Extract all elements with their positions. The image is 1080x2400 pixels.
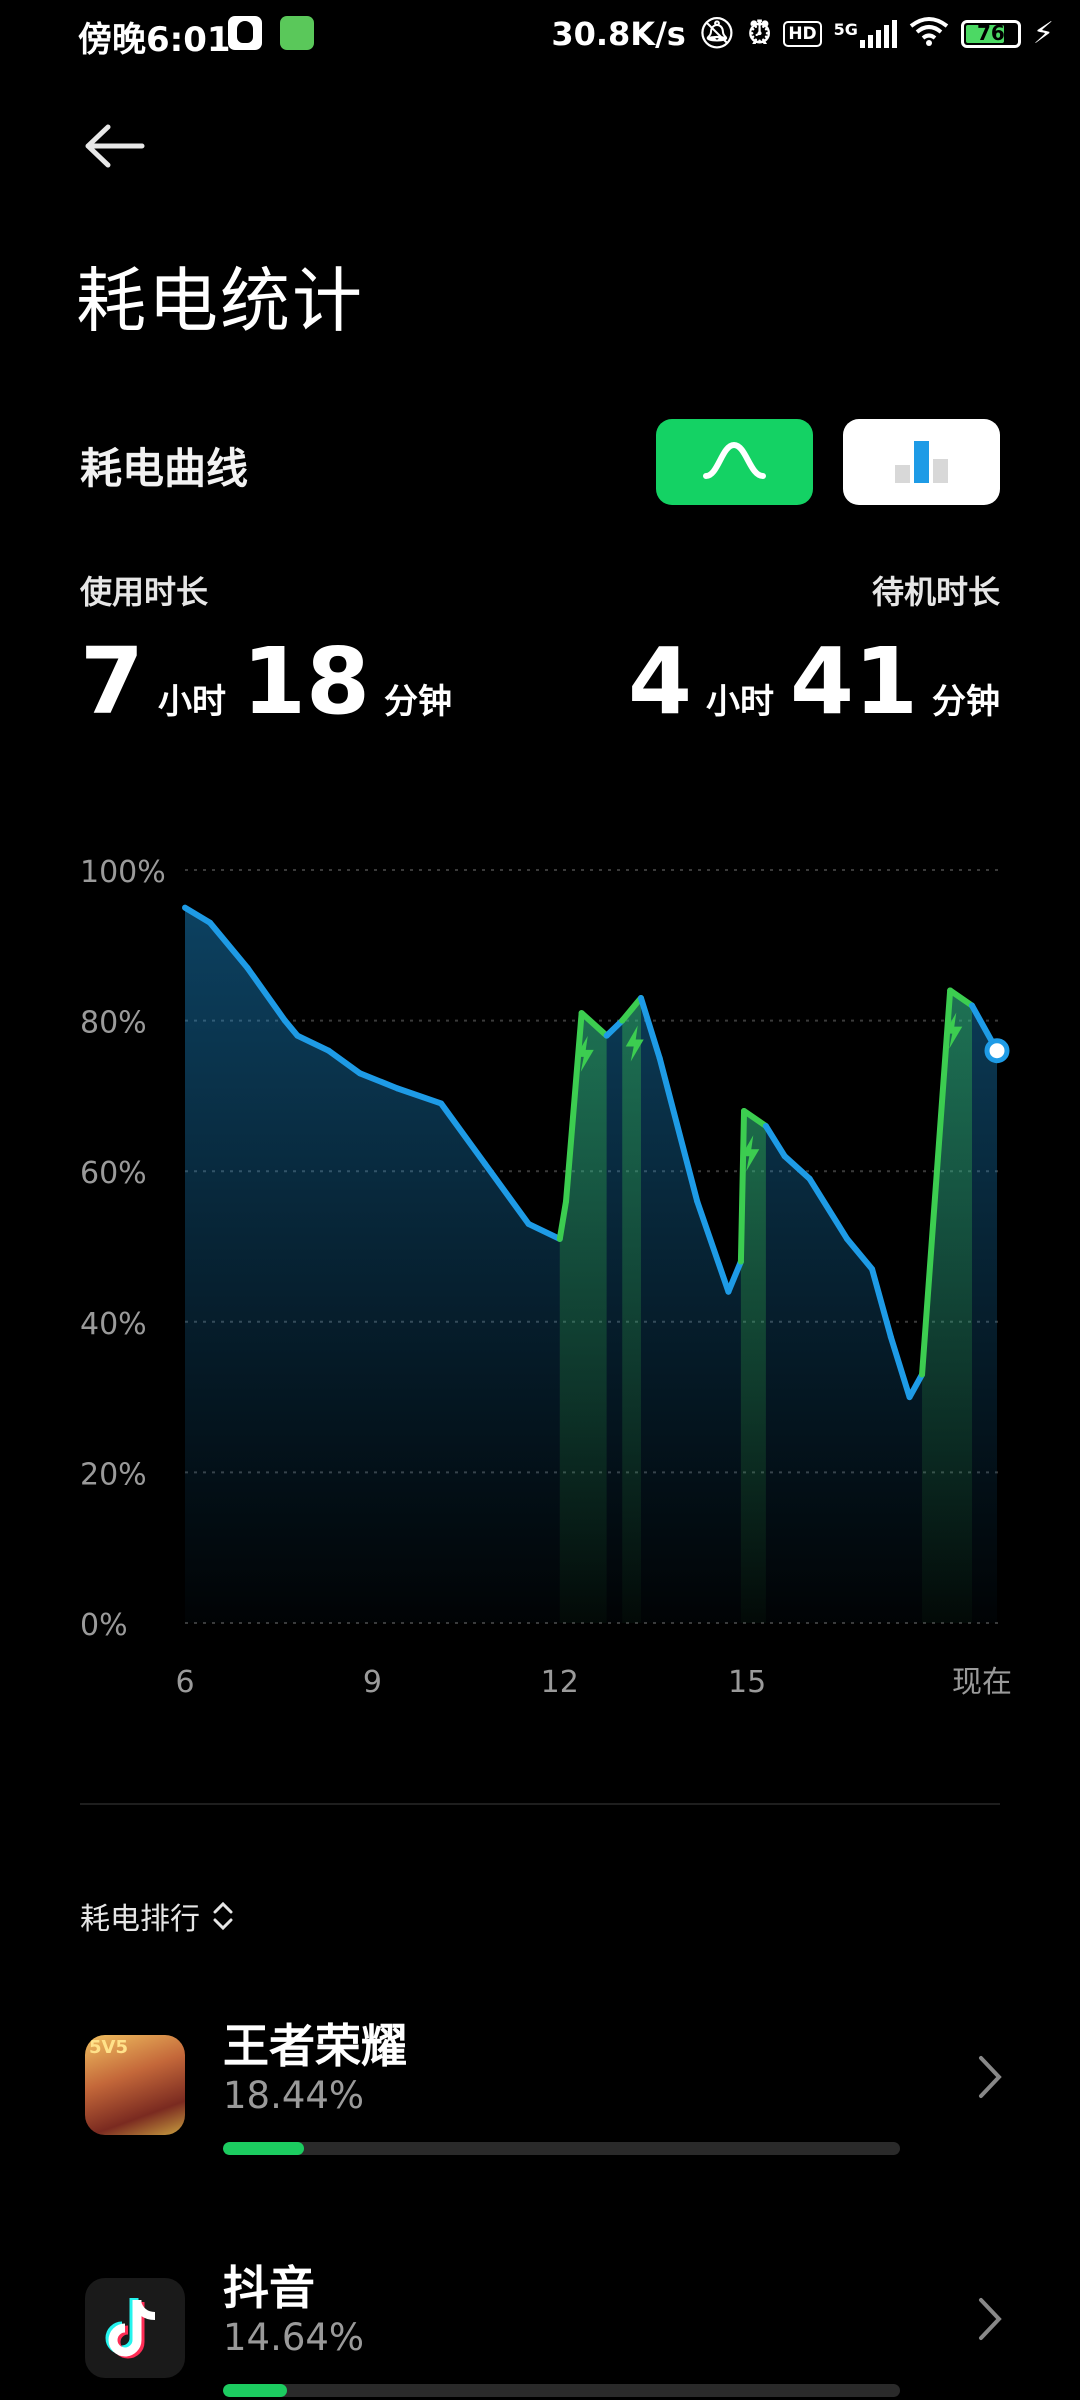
battery-level: 76 — [977, 21, 1005, 45]
net-speed: 30.8K/s — [551, 15, 686, 53]
usage-minute-unit: 分钟 — [384, 682, 453, 722]
back-button[interactable] — [80, 118, 150, 178]
page-title: 耗电统计 — [76, 260, 364, 342]
divider — [80, 1803, 1000, 1805]
y-tick-label: 0% — [80, 1608, 128, 1643]
section-title: 耗电曲线 — [80, 444, 249, 493]
signal-icon: 5G — [834, 20, 897, 48]
ranking-label: 耗电排行 — [80, 1902, 200, 1937]
standby-hours: 4 — [627, 628, 692, 735]
x-tick-label: 15 — [728, 1665, 766, 1700]
back-arrow-icon — [85, 124, 145, 168]
standby-duration: 4 小时 41 分钟 — [628, 628, 1000, 735]
wifi-icon — [909, 16, 949, 52]
usage-hour-unit: 小时 — [158, 682, 227, 722]
battery-curve-chart[interactable]: 100% 80% 60% 40% 20% 0% 6 9 12 15 现在 — [0, 840, 1080, 1720]
y-tick-label: 60% — [80, 1156, 147, 1191]
ranking-sort-button[interactable]: 耗电排行 — [80, 1894, 234, 1938]
app-percent: 18.44% — [223, 2074, 365, 2117]
y-tick-label: 40% — [80, 1307, 147, 1342]
usage-progress-bar — [223, 2384, 900, 2397]
usage-duration: 7 小时 18 分钟 — [80, 628, 468, 735]
standby-hour-unit: 小时 — [705, 682, 774, 722]
chevron-right-icon — [979, 2056, 1002, 2098]
x-tick-label: 12 — [541, 1665, 579, 1700]
status-icons: 30.8K/s 🔕︎ ⏰︎ HD 5G 76 ⚡︎ — [551, 12, 1054, 56]
usage-minutes: 18 — [242, 628, 371, 735]
mute-icon: 🔕︎ — [697, 16, 736, 51]
charging-icon: ⚡︎ — [1032, 16, 1054, 51]
usage-time-label: 使用时长 — [80, 573, 209, 611]
usage-progress-bar — [223, 2142, 900, 2155]
app-name: 抖音 — [223, 2261, 315, 2315]
y-tick-label: 20% — [80, 1457, 147, 1492]
qq-notification-icon — [228, 16, 262, 50]
app-name: 王者荣耀 — [223, 2019, 407, 2073]
y-tick-label: 100% — [80, 855, 166, 890]
app-notification-icon — [280, 16, 314, 50]
sort-icon — [213, 1901, 233, 1931]
bar-chart-icon — [895, 441, 948, 483]
app-row-douyin[interactable]: 抖音 14.64% — [0, 2232, 1080, 2400]
curve-view-button[interactable] — [656, 419, 813, 505]
charging-band — [559, 1013, 607, 1623]
hd-icon: HD — [783, 21, 822, 47]
y-tick-label: 80% — [80, 1006, 147, 1041]
usage-progress-fill — [223, 2142, 305, 2155]
charging-band — [622, 998, 641, 1623]
curve-icon — [703, 441, 766, 479]
series-line-segment — [737, 1107, 748, 1265]
app-percent: 14.64% — [223, 2316, 365, 2359]
bar-view-button[interactable] — [843, 419, 1000, 505]
current-point — [984, 1038, 1010, 1064]
usage-progress-fill — [223, 2384, 288, 2397]
standby-time-label: 待机时长 — [871, 573, 1000, 611]
usage-hours: 7 — [80, 628, 145, 735]
standby-minute-unit: 分钟 — [932, 682, 1000, 722]
battery-icon: 76 — [960, 20, 1021, 48]
standby-minutes: 41 — [789, 628, 918, 735]
alarm-icon: ⏰︎ — [747, 16, 772, 51]
honor-of-kings-app-icon: 5V5 — [85, 2035, 185, 2135]
x-tick-label: 现在 — [952, 1665, 1012, 1700]
x-tick-label: 9 — [363, 1665, 382, 1700]
x-tick-label: 6 — [175, 1665, 194, 1700]
status-time: 傍晚6:01 — [78, 20, 231, 60]
app-row-honor-of-kings[interactable]: 5V5 王者荣耀 18.44% — [0, 1990, 1080, 2170]
chevron-right-icon — [979, 2298, 1002, 2340]
douyin-app-icon — [85, 2278, 185, 2378]
